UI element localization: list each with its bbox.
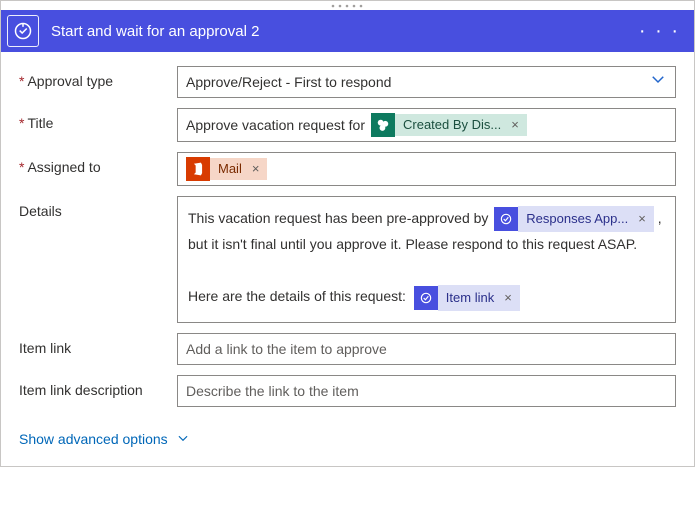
placeholder-text: Add a link to the item to approve bbox=[186, 338, 387, 360]
token-responses-app[interactable]: Responses App... × bbox=[494, 207, 654, 231]
approval-type-value: Approve/Reject - First to respond bbox=[186, 71, 391, 93]
office-icon bbox=[186, 157, 210, 181]
token-item-link[interactable]: Item link × bbox=[414, 286, 520, 310]
card-body: *Approval type Approve/Reject - First to… bbox=[1, 52, 694, 425]
card-title: Start and wait for an approval 2 bbox=[51, 23, 635, 40]
chevron-down-icon bbox=[649, 70, 667, 94]
sharepoint-icon bbox=[371, 113, 395, 137]
token-remove-icon[interactable]: × bbox=[636, 206, 654, 232]
label-assigned-to: *Assigned to bbox=[19, 152, 177, 175]
token-remove-icon[interactable]: × bbox=[250, 158, 268, 180]
approvals-icon bbox=[414, 286, 438, 310]
card-menu-button[interactable]: · · · bbox=[635, 20, 684, 43]
label-item-link: Item link bbox=[19, 333, 177, 356]
token-remove-icon[interactable]: × bbox=[502, 285, 520, 311]
item-link-input[interactable]: Add a link to the item to approve bbox=[177, 333, 676, 365]
approvals-icon bbox=[494, 207, 518, 231]
item-link-description-input[interactable]: Describe the link to the item bbox=[177, 375, 676, 407]
label-title: *Title bbox=[19, 108, 177, 131]
placeholder-text: Describe the link to the item bbox=[186, 380, 359, 402]
card-header[interactable]: Start and wait for an approval 2 · · · bbox=[1, 10, 694, 52]
label-details: Details bbox=[19, 196, 177, 219]
details-input[interactable]: This vacation request has been pre-appro… bbox=[177, 196, 676, 323]
approval-type-select[interactable]: Approve/Reject - First to respond bbox=[177, 66, 676, 98]
title-input[interactable]: Approve vacation request for Created By … bbox=[177, 108, 676, 142]
token-created-by[interactable]: Created By Dis... × bbox=[371, 113, 527, 137]
approval-action-card: Start and wait for an approval 2 · · · *… bbox=[0, 0, 695, 467]
details-text: This vacation request has been pre-appro… bbox=[188, 210, 488, 226]
label-approval-type: *Approval type bbox=[19, 66, 177, 89]
details-text: Here are the details of this request: bbox=[188, 288, 406, 304]
details-text: but it isn't final until you approve it.… bbox=[188, 231, 665, 257]
token-mail[interactable]: Mail × bbox=[186, 157, 267, 181]
drag-handle[interactable] bbox=[1, 1, 694, 10]
approvals-icon bbox=[7, 15, 39, 47]
label-item-link-description: Item link description bbox=[19, 375, 177, 398]
token-remove-icon[interactable]: × bbox=[509, 114, 527, 136]
chevron-down-icon bbox=[176, 431, 190, 448]
show-advanced-options-link[interactable]: Show advanced options bbox=[19, 431, 190, 448]
assigned-to-input[interactable]: Mail × bbox=[177, 152, 676, 186]
title-text-prefix: Approve vacation request for bbox=[186, 114, 365, 136]
